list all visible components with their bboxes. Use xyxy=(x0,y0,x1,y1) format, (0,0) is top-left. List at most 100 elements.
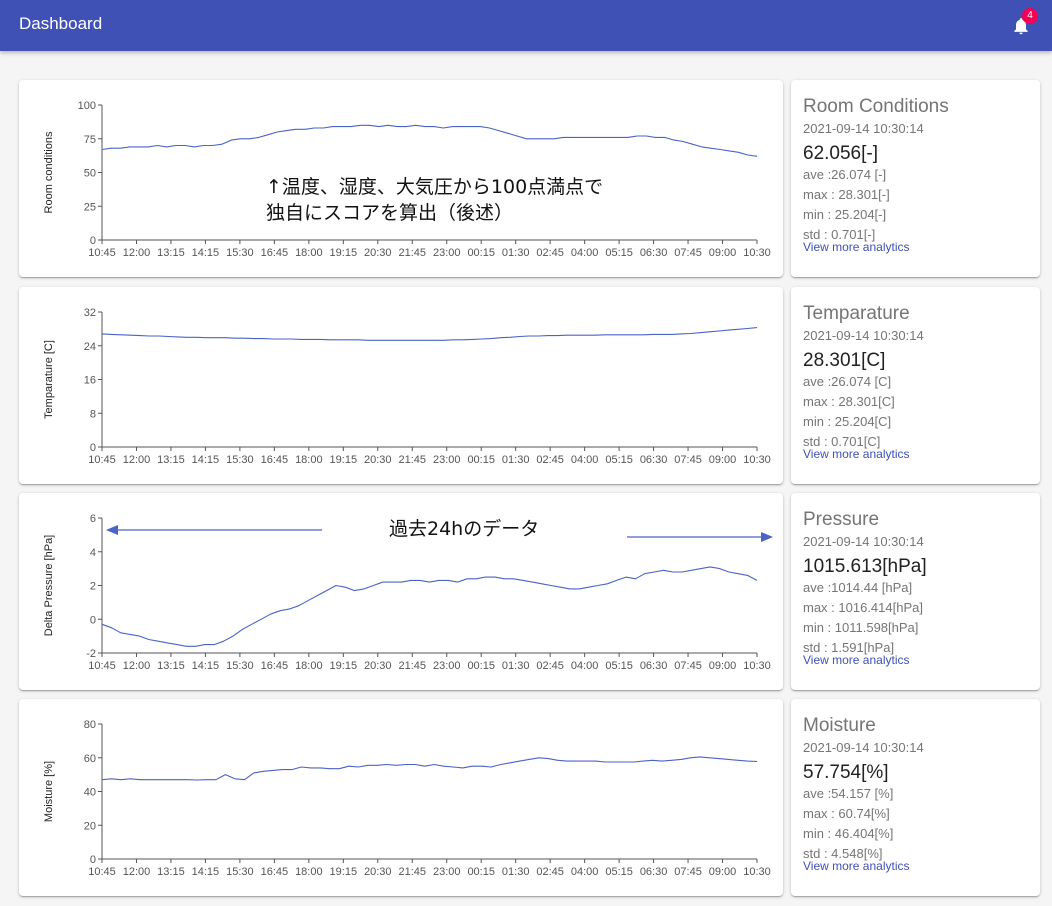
series-line xyxy=(101,124,758,157)
moisture-stat-card: Moisture 2021-09-14 10:30:14 57.754[%] a… xyxy=(791,699,1040,896)
x-tick-label: 07:45 xyxy=(674,247,702,259)
x-tick-label: 13:15 xyxy=(157,247,185,259)
stat-title: Pressure xyxy=(803,509,880,530)
x-tick-label: 06:30 xyxy=(640,866,668,878)
stat-current-value: 1015.613[hPa] xyxy=(803,556,927,577)
room-conditions-stat-card: Room Conditions 2021-09-14 10:30:14 62.0… xyxy=(791,80,1040,277)
y-tick-label: 60 xyxy=(84,753,96,765)
x-tick-label: 02:45 xyxy=(536,247,564,259)
y-tick-label: 32 xyxy=(84,307,96,319)
stat-min: min : 1011.598[hPa] xyxy=(803,620,919,635)
view-more-analytics-link[interactable]: View more analytics xyxy=(803,240,910,254)
y-axis-label: Temparature [C] xyxy=(43,340,55,419)
stat-max: max : 1016.414[hPa] xyxy=(803,600,923,615)
x-tick-label: 20:30 xyxy=(364,454,392,466)
x-tick-label: 16:45 xyxy=(261,866,289,878)
score-annotation: ↑温度、湿度、大気圧から100点満点で 独自にスコアを算出（後述） xyxy=(266,176,604,224)
stat-min: min : 25.204[C] xyxy=(803,414,892,429)
x-tick-label: 10:30 xyxy=(743,454,771,466)
x-tick-label: 14:15 xyxy=(192,866,220,878)
x-tick-label: 12:00 xyxy=(123,660,151,672)
stat-average: ave :1014.44 [hPa] xyxy=(803,580,913,595)
notification-badge: 4 xyxy=(1022,8,1038,24)
series-line xyxy=(101,327,758,341)
stat-max: max : 28.301[C] xyxy=(803,394,895,409)
x-tick-label: 14:15 xyxy=(192,660,220,672)
x-tick-label: 10:45 xyxy=(88,866,116,878)
view-more-analytics-link[interactable]: View more analytics xyxy=(803,447,910,461)
x-tick-label: 19:15 xyxy=(330,454,358,466)
y-tick-label: 0 xyxy=(90,442,96,454)
x-tick-label: 10:30 xyxy=(743,866,771,878)
moisture-chart: 0 20 40 60 80 10:45 12:00 13:15 14:15 15:30 16:45 1… xyxy=(43,719,771,878)
x-tick-label: 01:30 xyxy=(502,247,530,259)
x-tick-label: 21:45 xyxy=(398,247,426,259)
x-tick-label: 01:30 xyxy=(502,454,530,466)
view-more-analytics-link[interactable]: View more analytics xyxy=(803,653,910,667)
x-tick-label: 00:15 xyxy=(467,454,495,466)
x-tick-label: 15:30 xyxy=(226,866,254,878)
x-tick-label: 21:45 xyxy=(398,660,426,672)
y-tick-label: 25 xyxy=(84,201,96,213)
x-tick-label: 04:00 xyxy=(571,454,599,466)
x-tick-label: 23:00 xyxy=(433,247,461,259)
y-tick-label: 0 xyxy=(90,854,96,866)
x-tick-label: 21:45 xyxy=(398,866,426,878)
x-tick-label: 04:00 xyxy=(571,660,599,672)
x-tick-label: 13:15 xyxy=(157,454,185,466)
stat-timestamp: 2021-09-14 10:30:14 xyxy=(803,534,924,549)
x-tick-label: 12:00 xyxy=(123,454,151,466)
y-tick-label: -2 xyxy=(86,648,96,660)
x-tick-label: 05:15 xyxy=(605,247,633,259)
y-tick-label: 24 xyxy=(84,341,96,353)
pressure-stat-card: Pressure 2021-09-14 10:30:14 1015.613[hP… xyxy=(791,493,1040,690)
stat-current-value: 62.056[-] xyxy=(803,143,878,164)
x-tick-label: 10:45 xyxy=(88,454,116,466)
temperature-chart-card: 0 8 16 24 32 10:45 12:00 13:15 14:15 15:30 16:45 18… xyxy=(19,287,783,484)
x-tick-label: 04:00 xyxy=(571,247,599,259)
y-axis-label: Delta Pressure [hPa] xyxy=(43,535,55,637)
stat-average: ave :26.074 [C] xyxy=(803,374,892,389)
y-tick-label: 16 xyxy=(84,375,96,387)
x-tick-label: 16:45 xyxy=(261,454,289,466)
x-tick-label: 02:45 xyxy=(536,660,564,672)
x-tick-label: 10:30 xyxy=(743,247,771,259)
x-tick-label: 00:15 xyxy=(467,660,495,672)
x-tick-label: 10:30 xyxy=(743,660,771,672)
x-tick-label: 12:00 xyxy=(123,247,151,259)
y-axis-label: Room conditions xyxy=(43,131,55,213)
x-tick-label: 02:45 xyxy=(536,454,564,466)
y-tick-label: 100 xyxy=(78,100,96,112)
x-tick-label: 00:15 xyxy=(467,247,495,259)
x-tick-label: 19:15 xyxy=(330,247,358,259)
y-tick-label: 75 xyxy=(84,134,96,146)
x-tick-label: 05:15 xyxy=(605,866,633,878)
x-tick-label: 09:00 xyxy=(709,454,737,466)
x-tick-label: 18:00 xyxy=(295,454,323,466)
x-tick-label: 18:00 xyxy=(295,866,323,878)
view-more-analytics-link[interactable]: View more analytics xyxy=(803,859,910,873)
x-tick-label: 09:00 xyxy=(709,866,737,878)
x-tick-label: 23:00 xyxy=(433,454,461,466)
x-tick-label: 02:45 xyxy=(536,866,564,878)
stat-title: Room Conditions xyxy=(803,96,949,117)
x-tick-label: 14:15 xyxy=(192,454,220,466)
x-tick-label: 06:30 xyxy=(640,660,668,672)
stat-max: max : 60.74[%] xyxy=(803,806,890,821)
moisture-chart-card: 0 20 40 60 80 10:45 12:00 13:15 14:15 15:30 16:45 1… xyxy=(19,699,783,896)
range-annotation: 過去24hのデータ xyxy=(389,518,540,540)
x-tick-label: 23:00 xyxy=(433,660,461,672)
x-tick-label: 07:45 xyxy=(674,660,702,672)
y-tick-label: 0 xyxy=(90,614,96,626)
stat-timestamp: 2021-09-14 10:30:14 xyxy=(803,328,924,343)
temperature-stat-card: Temparature 2021-09-14 10:30:14 28.301[C… xyxy=(791,287,1040,484)
stat-title: Moisture xyxy=(803,715,876,736)
x-tick-label: 13:15 xyxy=(157,660,185,672)
temperature-chart: 0 8 16 24 32 10:45 12:00 13:15 14:15 15:30 16:45 18… xyxy=(43,307,771,466)
y-tick-label: 6 xyxy=(90,513,96,525)
x-tick-label: 05:15 xyxy=(605,660,633,672)
x-tick-label: 20:30 xyxy=(364,866,392,878)
stat-min: min : 46.404[%] xyxy=(803,826,894,841)
x-tick-label: 06:30 xyxy=(640,247,668,259)
x-tick-label: 20:30 xyxy=(364,660,392,672)
